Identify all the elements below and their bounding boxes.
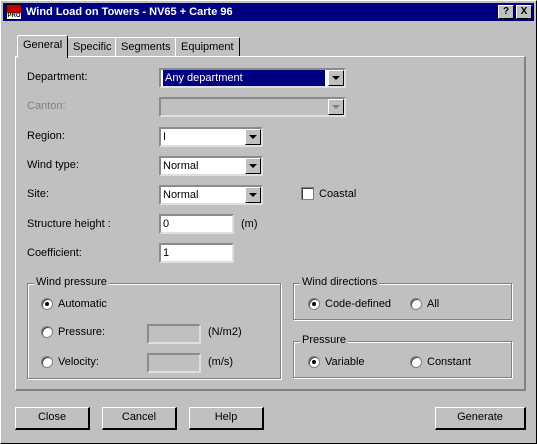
dialog-window: PRO Wind Load on Towers - NV65 + Carte 9… [0, 0, 537, 444]
pressure-label: Pressure: [58, 326, 106, 338]
automatic-label: Automatic [58, 298, 107, 310]
chevron-down-icon[interactable] [328, 99, 344, 115]
chevron-down-icon[interactable] [245, 158, 261, 174]
wind-type-select[interactable]: Normal [159, 156, 263, 176]
coastal-checkbox[interactable] [301, 187, 314, 200]
coefficient-label: Coefficient: [27, 247, 82, 259]
pressure-unit: (N/m2) [208, 326, 242, 338]
structure-height-unit: (m) [241, 218, 258, 230]
constant-label: Constant [427, 356, 472, 368]
variable-label: Variable [325, 356, 365, 368]
code-defined-label: Code-defined [325, 298, 392, 310]
site-label: Site: [27, 188, 50, 200]
velocity-label: Velocity: [58, 356, 99, 368]
generate-button[interactable]: Generate [435, 407, 526, 430]
tab-specific[interactable]: Specific [67, 37, 118, 57]
site-value: Normal [163, 189, 199, 201]
pressure-radio[interactable] [41, 326, 53, 338]
close-button[interactable]: Close [15, 407, 90, 430]
region-select[interactable]: I [159, 127, 263, 147]
wind-type-label: Wind type: [27, 159, 79, 171]
title-bar: PRO Wind Load on Towers - NV65 + Carte 9… [3, 3, 534, 21]
pressure-input[interactable] [147, 324, 201, 344]
pressure-group-title: Pressure [300, 334, 349, 346]
chevron-down-icon[interactable] [245, 187, 261, 203]
chevron-down-icon[interactable] [245, 129, 261, 145]
window-title: Wind Load on Towers - NV65 + Carte 96 [26, 6, 233, 18]
wind-directions-title: Wind directions [300, 276, 380, 288]
coastal-label: Coastal [319, 188, 357, 200]
velocity-unit: (m/s) [208, 356, 234, 368]
tab-segments[interactable]: Segments [115, 37, 177, 57]
close-title-button[interactable]: X [516, 5, 532, 19]
site-select[interactable]: Normal [159, 185, 263, 205]
structure-height-input[interactable]: 0 [159, 214, 234, 234]
chevron-down-icon[interactable] [328, 70, 344, 86]
velocity-radio[interactable] [41, 356, 53, 368]
canton-select[interactable] [159, 97, 346, 117]
constant-radio[interactable] [410, 356, 422, 368]
wind-type-value: Normal [163, 160, 199, 172]
code-defined-radio[interactable] [308, 298, 320, 310]
structure-height-label: Structure height : [27, 218, 111, 230]
velocity-input[interactable] [147, 353, 201, 373]
region-label: Region: [27, 130, 65, 142]
help-button[interactable]: Help [189, 407, 264, 430]
automatic-radio[interactable] [41, 298, 53, 310]
canton-label: Canton: [27, 100, 66, 112]
department-value: Any department [163, 70, 325, 86]
department-select[interactable]: Any department [159, 68, 346, 88]
all-label: All [427, 298, 440, 310]
help-title-button[interactable]: ? [498, 5, 514, 19]
wind-pressure-title: Wind pressure [34, 276, 109, 288]
region-value: I [163, 131, 167, 143]
tab-equipment[interactable]: Equipment [175, 37, 240, 57]
coefficient-input[interactable]: 1 [159, 243, 234, 263]
all-radio[interactable] [410, 298, 422, 310]
tab-general[interactable]: General [17, 35, 69, 58]
app-icon[interactable]: PRO [6, 4, 22, 20]
variable-radio[interactable] [308, 356, 320, 368]
department-label: Department: [27, 71, 88, 83]
cancel-button[interactable]: Cancel [102, 407, 177, 430]
